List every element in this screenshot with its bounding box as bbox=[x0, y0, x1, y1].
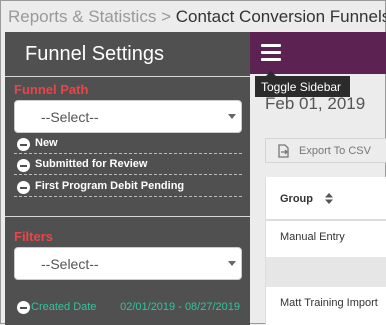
funnel-path-item-label: Submitted for Review bbox=[35, 158, 148, 170]
remove-circle-icon[interactable] bbox=[17, 138, 30, 151]
table-row bbox=[266, 257, 386, 287]
breadcrumb-current: Contact Conversion Funnels bbox=[175, 7, 386, 26]
chevron-down-icon bbox=[228, 261, 236, 266]
hamburger-menu-icon[interactable] bbox=[261, 44, 281, 61]
funnel-path-item-label: New bbox=[35, 137, 58, 149]
chevron-down-icon bbox=[228, 114, 236, 119]
funnel-path-select[interactable]: --Select-- bbox=[14, 100, 242, 133]
remove-circle-icon[interactable] bbox=[17, 159, 30, 172]
filter-item-label: Created Date bbox=[31, 301, 97, 313]
filter-item-created-date: Created Date 02/01/2019 - 08/27/2019 bbox=[14, 300, 246, 316]
table-header-group[interactable]: Group bbox=[266, 177, 386, 221]
table-cell: Manual Entry bbox=[280, 231, 345, 243]
funnel-settings-sidebar: Funnel Settings Funnel Path --Select-- N… bbox=[5, 32, 250, 325]
table-cell: Matt Training Import bbox=[280, 297, 378, 309]
export-csv-button[interactable]: Export To CSV bbox=[265, 138, 386, 163]
table-row: Manual Entry bbox=[266, 221, 386, 257]
filters-label: Filters bbox=[14, 229, 54, 244]
filter-item-value: 02/01/2019 - 08/27/2019 bbox=[120, 301, 240, 313]
funnel-path-item-submitted: Submitted for Review bbox=[14, 155, 242, 175]
breadcrumb: Reports & Statistics > Contact Conversio… bbox=[8, 7, 386, 27]
breadcrumb-separator: > bbox=[161, 7, 171, 26]
table-row: Matt Training Import bbox=[266, 287, 386, 325]
sidebar-title: Funnel Settings bbox=[25, 43, 164, 65]
remove-circle-icon[interactable] bbox=[17, 181, 30, 194]
filters-select-value: --Select-- bbox=[41, 256, 99, 272]
breadcrumb-parent[interactable]: Reports & Statistics bbox=[8, 7, 156, 26]
filters-select[interactable]: --Select-- bbox=[14, 247, 242, 280]
app-frame: Reports & Statistics > Contact Conversio… bbox=[0, 0, 386, 325]
column-header-label: Group bbox=[280, 193, 313, 205]
date-range-title: Feb 01, 2019 bbox=[265, 94, 366, 113]
funnel-path-label: Funnel Path bbox=[14, 82, 89, 97]
export-csv-label: Export To CSV bbox=[299, 145, 371, 157]
top-bar bbox=[250, 32, 386, 74]
export-file-icon bbox=[278, 144, 289, 158]
sidebar-divider bbox=[5, 216, 250, 217]
funnel-path-item-new: New bbox=[14, 134, 242, 154]
funnel-path-item-label: First Program Debit Pending bbox=[35, 180, 185, 192]
sidebar-divider bbox=[5, 76, 250, 77]
remove-circle-icon[interactable] bbox=[17, 301, 30, 314]
funnel-path-item-first-debit: First Program Debit Pending bbox=[14, 177, 242, 197]
funnel-path-select-value: --Select-- bbox=[41, 109, 99, 125]
sort-icon[interactable] bbox=[325, 193, 333, 204]
toggle-sidebar-tooltip: Toggle Sidebar bbox=[255, 71, 350, 97]
funnel-table: Group Manual Entry Matt Training Import bbox=[265, 177, 386, 325]
